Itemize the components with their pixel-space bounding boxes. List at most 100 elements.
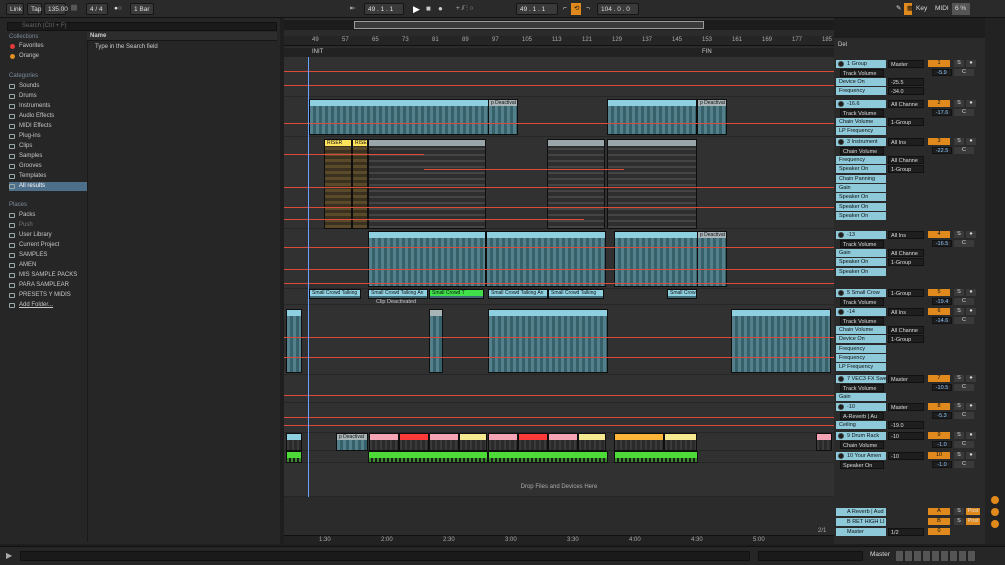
category-item[interactable]: Sounds [9,82,87,91]
arrangement-clip[interactable] [607,99,697,135]
pan-field[interactable]: C [954,317,974,324]
arrangement-clip[interactable] [368,451,488,463]
master-track-header[interactable]: Master [836,528,886,536]
arrangement-clip[interactable]: p Deactivat [488,99,518,135]
output-routing-dropdown[interactable]: All Ins [888,308,924,316]
time-ruler[interactable]: 1:30 2:00 2:30 3:00 3:30 4:00 4:30 5:00 [284,535,834,544]
automation-parameter[interactable]: Gain [836,249,886,257]
output-routing-dropdown[interactable]: -10 [888,452,924,460]
automation-parameter[interactable]: Gain [836,393,886,401]
automation-device-dropdown[interactable]: Track Volume [840,317,884,325]
arrangement-clip[interactable] [607,139,697,229]
arrangement-clip[interactable] [368,231,486,287]
arrangement-clip[interactable] [309,99,489,135]
follow-icon[interactable]: ⇤ [347,3,361,15]
arrangement-clip[interactable]: Small Crowd Talking An [488,289,548,299]
fold-toggle-icon[interactable] [838,61,844,67]
automation-device-dropdown[interactable]: Speaker On [840,461,884,469]
automation-device-dropdown[interactable]: A-Reverb | Au [840,412,884,420]
overview-viewport[interactable] [354,21,704,29]
solo-button[interactable]: S [954,231,964,238]
volume-field[interactable]: -17.6 [932,109,952,116]
arm-button[interactable]: ● [966,308,976,315]
place-item[interactable]: PARA SAMPLEAR [9,281,87,290]
automation-line[interactable] [284,357,834,358]
solo-button[interactable]: S [954,432,964,439]
send-mode-button[interactable]: Post [966,518,980,525]
detail-selector[interactable] [758,551,863,561]
category-item[interactable]: Instruments [9,102,87,111]
return-track-header[interactable]: B RET HIGH LI [836,518,886,526]
place-item[interactable]: AMEN [9,261,87,270]
arm-button[interactable]: ● [966,231,976,238]
track-header[interactable]: 5 Small Crow [836,289,886,297]
automation-parameter[interactable]: LP Frequency [836,127,886,136]
track-activator-button[interactable]: 2 [928,100,950,107]
arm-button[interactable]: ● [966,289,976,296]
output-routing-dropdown[interactable]: -10 [888,432,924,440]
volume-field[interactable]: -16.5 [932,240,952,247]
arm-button[interactable]: ● [966,138,976,145]
track-activator-button[interactable]: 3 [928,138,950,145]
time-signature-field[interactable]: 4 / 4 [86,3,108,15]
category-item[interactable]: Audio Effects [9,112,87,121]
return-track-header[interactable]: A Reverb | Aud [836,508,886,516]
routing-value[interactable]: 1-Group [888,258,924,266]
category-item[interactable]: Grooves [9,162,87,171]
automation-parameter[interactable]: Ceiling [836,421,886,429]
output-routing-dropdown[interactable]: Master [888,60,924,68]
automation-device-dropdown[interactable]: Chain Volume [840,441,884,449]
solo-button[interactable]: S [954,518,964,525]
arm-button[interactable]: ● [966,403,976,410]
routing-value[interactable]: -34.0 [888,87,924,95]
pan-field[interactable]: C [954,147,974,154]
automation-line[interactable] [284,85,834,86]
loop-start-field[interactable]: 49 . 1 . 1 [516,3,558,15]
arm-button[interactable]: ● [966,432,976,439]
automation-parameter[interactable]: Speaker On [836,202,886,211]
arrangement-clip[interactable]: p Deactivat [697,231,727,287]
arrangement-clip[interactable] [816,433,832,451]
automation-line[interactable] [284,283,834,284]
midi-map-button[interactable]: MIDI [932,3,950,15]
beat-time-ruler[interactable]: 49 57 65 73 81 89 97 105 113 121 129 137 145 153 161 16… [284,36,834,46]
arrangement-clip[interactable] [614,231,698,287]
routing-value[interactable]: 1-Group [888,335,924,343]
track-header[interactable]: -13 [836,231,886,239]
category-item[interactable]: Drums [9,92,87,101]
place-item[interactable]: MIS SAMPLE PACKS [9,271,87,280]
fold-toggle-icon[interactable] [838,309,844,315]
volume-field[interactable]: -22.5 [932,147,952,154]
volume-field[interactable]: -10.5 [932,384,952,391]
automation-device-dropdown[interactable]: Chain Volume [840,147,884,155]
automation-parameter[interactable]: Chain Volume [836,118,886,126]
master-output-dropdown[interactable]: 1/2 [888,528,924,536]
record-button[interactable]: ● [435,3,445,15]
track-header[interactable]: -16.6 [836,100,886,108]
automation-parameter[interactable]: Chain Panning [836,174,886,183]
arrangement-clip[interactable] [486,231,606,287]
fold-toggle-icon[interactable] [838,232,844,238]
track-header[interactable]: -14 [836,308,886,316]
info-icon[interactable] [991,496,999,504]
pan-field[interactable]: C [954,384,974,391]
routing-value[interactable]: 1-Group [888,165,924,173]
routing-value[interactable]: All Channe [888,249,924,257]
arrangement-clip[interactable]: RISER [352,139,368,229]
arrangement-clip[interactable] [488,309,608,373]
arrangement-clip[interactable] [286,433,302,451]
automation-line[interactable] [284,269,834,270]
arrangement-clip[interactable] [286,309,302,373]
playhead-marker[interactable] [308,57,309,497]
automation-line[interactable] [284,187,834,188]
place-item[interactable]: PRESETS Y MIDIS [9,291,87,300]
song-position-field[interactable]: 49 . 1 . 1 [364,3,404,15]
automation-parameter[interactable]: Chain Volume [836,326,886,334]
routing-value[interactable]: -25.5 [888,78,924,86]
output-routing-dropdown[interactable]: All Channe [888,100,924,108]
track-lane[interactable] [284,375,834,403]
collection-orange[interactable]: Orange [9,52,87,61]
arrangement-clip[interactable]: RISER [324,139,352,229]
category-item[interactable]: Clips [9,142,87,151]
volume-field[interactable]: -5.3 [932,412,952,419]
